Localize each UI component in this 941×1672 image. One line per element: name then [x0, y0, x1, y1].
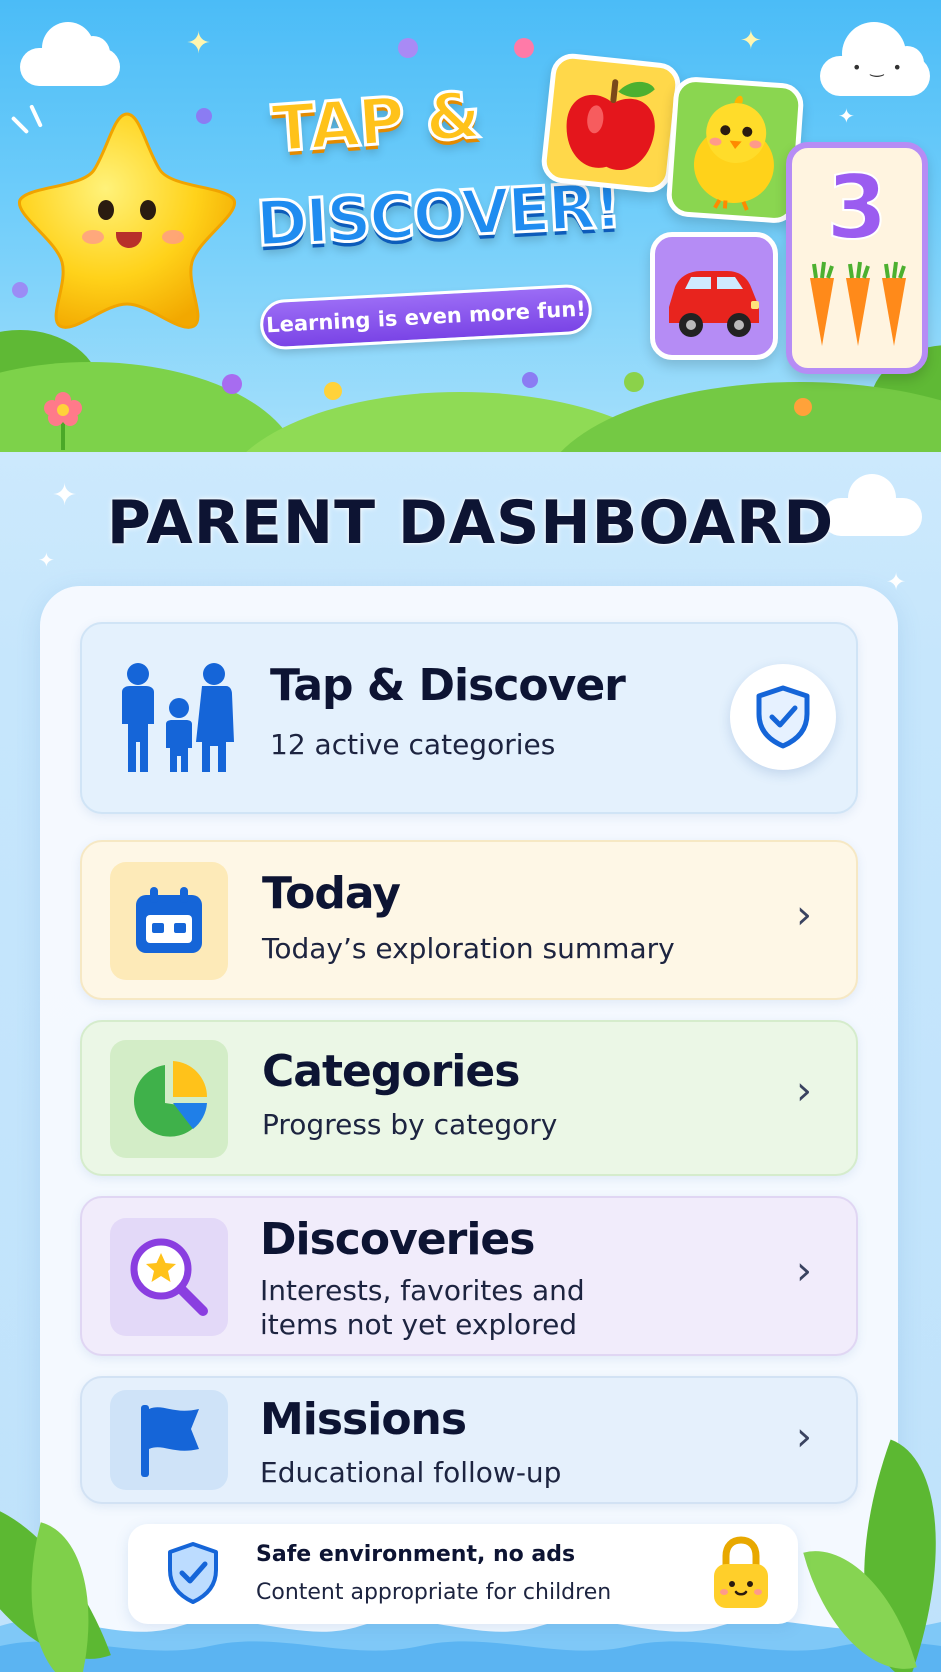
carrots-icon [810, 261, 906, 346]
sparkle-icon: ✦ [186, 26, 212, 61]
shield-check-icon [756, 685, 810, 749]
menu-item-title: Categories [262, 1046, 520, 1097]
menu-item-subtitle: Educational follow-up [260, 1456, 562, 1489]
number-three: 3 [825, 155, 888, 260]
flag-icon-box [110, 1390, 228, 1490]
chevron-right-icon: › [796, 1414, 812, 1460]
sparkle-icon: ✦ [838, 104, 855, 128]
summary-card[interactable]: Tap & Discover 12 active categories [80, 622, 858, 814]
shield-check-button[interactable] [730, 664, 836, 770]
confetti-dot [514, 38, 534, 58]
chevron-right-icon: › [796, 1248, 812, 1294]
chick-tile [665, 75, 805, 225]
sparkle-icon: ✦ [886, 568, 907, 596]
family-icon [122, 663, 234, 772]
star-mascot-icon [12, 108, 242, 333]
confetti-dot [624, 372, 644, 392]
confetti-dot [794, 398, 812, 416]
hero-banner: • ‿ • ✦ ✦ ✦ TAP & DISCOVER! Learning is … [0, 0, 941, 452]
pie-chart-icon-box [110, 1040, 228, 1158]
lock-icon [714, 1536, 768, 1608]
menu-item-subtitle: Today’s exploration summary [262, 932, 675, 965]
car-icon [669, 271, 759, 337]
calendar-icon [136, 887, 202, 953]
confetti-dot [398, 38, 418, 58]
star-search-icon-box [110, 1218, 228, 1336]
menu-item-subtitle-line2: items not yet explored [260, 1308, 578, 1341]
cloud-decoration [20, 22, 120, 86]
chevron-right-icon: › [796, 892, 812, 938]
apple-tile [539, 51, 683, 195]
chick-icon [693, 95, 774, 211]
pie-chart-icon [133, 1061, 208, 1137]
cloud-face-icon: • ‿ • [852, 58, 904, 77]
menu-item-discoveries[interactable]: Discoveries Interests, favorites and ite… [80, 1196, 858, 1356]
confetti-dot [522, 372, 538, 388]
safe-banner-title: Safe environment, no ads [256, 1542, 576, 1567]
confetti-dot [222, 374, 242, 394]
apple-icon [566, 79, 655, 171]
menu-item-missions[interactable]: Missions Educational follow-up › [80, 1376, 858, 1504]
number-tile: 3 [786, 142, 928, 374]
safe-environment-banner: Safe environment, no ads Content appropr… [128, 1524, 798, 1624]
menu-item-title: Discoveries [260, 1214, 535, 1265]
flower-icon [44, 392, 82, 450]
page-title: PARENT DASHBOARD [106, 488, 835, 558]
star-search-icon [130, 1238, 208, 1316]
sparkle-icon: ✦ [740, 26, 762, 56]
summary-title: Tap & Discover [270, 660, 626, 711]
hero-title-line1: TAP & [268, 77, 484, 168]
safe-banner-subtitle: Content appropriate for children [256, 1580, 612, 1605]
shield-check-icon [168, 1542, 218, 1604]
car-tile [650, 232, 778, 360]
hero-tagline: Learning is even more fun! [258, 283, 594, 351]
chevron-right-icon: › [796, 1068, 812, 1114]
menu-item-subtitle-line1: Interests, favorites and [260, 1274, 585, 1307]
menu-item-title: Today [262, 868, 401, 919]
confetti-dot [324, 382, 342, 400]
menu-item-title: Missions [260, 1394, 467, 1445]
calendar-icon-box [110, 862, 228, 980]
menu-item-subtitle: Progress by category [262, 1108, 558, 1141]
menu-item-categories[interactable]: Categories Progress by category › [80, 1020, 858, 1176]
summary-subtitle: 12 active categories [270, 728, 556, 761]
menu-item-today[interactable]: Today Today’s exploration summary › [80, 840, 858, 1000]
flag-icon [141, 1405, 199, 1477]
